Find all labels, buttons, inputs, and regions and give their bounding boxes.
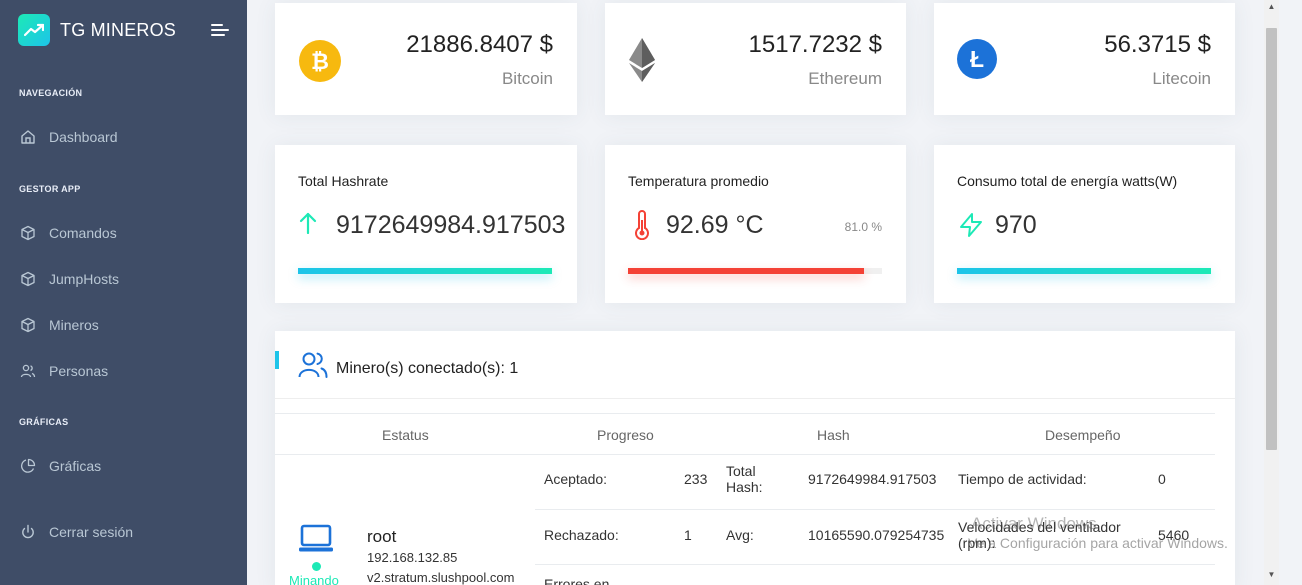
errors-label: Errores en (544, 576, 610, 585)
sidebar-item-label: JumpHosts (49, 271, 120, 287)
miners-accent (275, 351, 279, 369)
trending-up-icon (18, 14, 50, 46)
zap-icon (958, 212, 984, 243)
column-header-performance: Desempeño (1045, 427, 1121, 443)
menu-toggle-icon[interactable] (211, 24, 229, 39)
total-hash-value: 9172649984.917503 (808, 471, 937, 487)
temperature-percent: 81.0 % (844, 220, 882, 234)
rejected-value: 1 (684, 527, 692, 543)
hashrate-progress (298, 268, 552, 274)
energy-title: Consumo total de energía watts(W) (957, 173, 1178, 189)
ethereum-name: Ethereum (808, 69, 882, 88)
pie-chart-icon (20, 458, 36, 474)
energy-progress-fill (957, 268, 1211, 274)
column-header-progress: Progreso (597, 427, 654, 443)
litecoin-name: Litecoin (1152, 69, 1211, 88)
sidebar-item-graficas[interactable]: Gráficas (20, 458, 101, 474)
miner-ip: 192.168.132.85 (367, 550, 458, 565)
litecoin-icon: Ł (957, 39, 997, 84)
miner-pool: v2.stratum.slushpool.com (367, 570, 515, 585)
brand-name: TG MINEROS (60, 19, 177, 40)
sidebar: TG MINEROS NAVEGACIÓN Dashboard GESTOR A… (0, 0, 247, 585)
total-hash-label: Total Hash: (726, 463, 763, 495)
accepted-label: Aceptado: (544, 471, 608, 487)
users-icon (20, 363, 36, 379)
litecoin-card: Ł 56.3715 $ Litecoin (934, 3, 1235, 115)
nav-caption-graficas: GRÁFICAS (19, 417, 69, 427)
sidebar-item-label: Personas (49, 363, 109, 379)
brand[interactable]: TG MINEROS (18, 14, 176, 46)
temperature-value: 92.69 °C (666, 211, 764, 239)
users-icon (298, 351, 328, 384)
hashrate-progress-fill (298, 268, 552, 274)
energy-card: Consumo total de energía watts(W) 970 (934, 145, 1235, 303)
divider (275, 454, 1215, 455)
nav-caption-gestor: GESTOR APP (19, 184, 81, 194)
uptime-value: 0 (1158, 471, 1166, 487)
miner-status: Minando (289, 573, 339, 585)
energy-progress (957, 268, 1211, 274)
status-indicator (312, 562, 321, 571)
temperature-progress (628, 268, 882, 274)
avg-label: Avg: (726, 527, 754, 543)
scroll-up-arrow-icon[interactable]: ▲ (1266, 2, 1277, 12)
hashrate-value: 9172649984.917503 (336, 211, 566, 239)
energy-value: 970 (995, 211, 1037, 239)
ethereum-price: 1517.7232 $ (748, 31, 882, 58)
divider (535, 564, 1215, 565)
bitcoin-card: ₿ 21886.8407 $ Bitcoin (275, 3, 577, 115)
column-header-status: Estatus (382, 427, 429, 443)
bitcoin-price: 21886.8407 $ (406, 31, 553, 58)
ethereum-icon (627, 38, 657, 87)
scrollbar-thumb[interactable] (1266, 28, 1277, 450)
uptime-label: Tiempo de actividad: (958, 471, 1087, 487)
sidebar-item-label: Dashboard (49, 129, 118, 145)
nav-caption-navegacion: NAVEGACIÓN (19, 88, 83, 98)
bitcoin-icon: ₿ (299, 40, 341, 87)
svg-text:Ł: Ł (970, 46, 984, 72)
activation-watermark-title: Activar Windows (971, 514, 1097, 533)
temperature-progress-fill (628, 268, 865, 274)
scroll-down-arrow-icon[interactable]: ▼ (1266, 570, 1277, 580)
divider (535, 509, 1215, 510)
box-icon (20, 317, 36, 333)
sidebar-item-logout[interactable]: Cerrar sesión (20, 524, 133, 540)
sidebar-item-label: Mineros (49, 317, 99, 333)
laptop-icon (298, 524, 334, 559)
avg-value: 10165590.079254735 (808, 527, 945, 543)
divider (275, 413, 1215, 414)
box-icon (20, 271, 36, 287)
sidebar-item-comandos[interactable]: Comandos (20, 225, 117, 241)
bitcoin-name: Bitcoin (501, 69, 553, 88)
rejected-label: Rechazado: (544, 527, 619, 543)
activation-watermark-subtitle: Ve a Configuración para activar Windows. (968, 535, 1228, 551)
litecoin-price: 56.3715 $ (1104, 31, 1211, 58)
hashrate-card: Total Hashrate 9172649984.917503 (275, 145, 577, 303)
temperature-card: Temperatura promedio 92.69 °C 81.0 % (605, 145, 906, 303)
sidebar-item-label: Cerrar sesión (49, 524, 134, 540)
temperature-title: Temperatura promedio (628, 173, 769, 189)
accepted-value: 233 (684, 471, 708, 487)
home-icon (20, 129, 36, 145)
miner-host: root (367, 527, 397, 546)
svg-text:₿: ₿ (311, 49, 329, 74)
ethereum-card: 1517.7232 $ Ethereum (605, 3, 906, 115)
sidebar-item-mineros[interactable]: Mineros (20, 317, 99, 333)
column-header-hash: Hash (817, 427, 850, 443)
thermometer-icon (634, 210, 650, 245)
arrow-up-icon (299, 212, 317, 239)
sidebar-item-dashboard[interactable]: Dashboard (20, 129, 118, 145)
sidebar-item-personas[interactable]: Personas (20, 363, 108, 379)
sidebar-item-label: Comandos (49, 225, 117, 241)
sidebar-item-label: Gráficas (49, 458, 102, 474)
box-icon (20, 225, 36, 241)
miners-title: Minero(s) conectado(s): 1 (336, 360, 519, 377)
sidebar-item-jumphosts[interactable]: JumpHosts (20, 271, 119, 287)
power-icon (20, 524, 36, 540)
hashrate-title: Total Hashrate (298, 173, 389, 189)
divider (275, 398, 1235, 399)
